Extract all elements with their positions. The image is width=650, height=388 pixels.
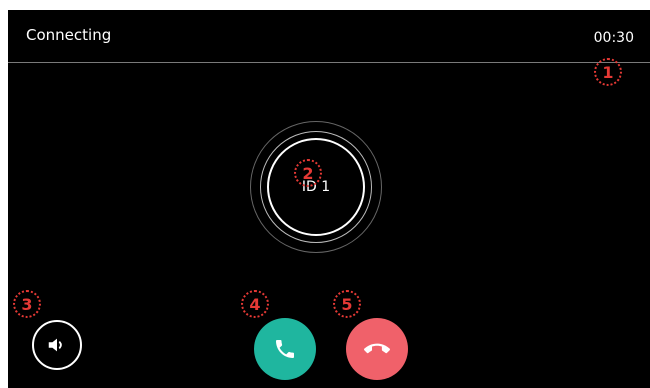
callout-5: 5: [333, 290, 361, 318]
hang-up-button[interactable]: [346, 318, 408, 380]
speaker-button[interactable]: [32, 320, 82, 370]
speaker-icon: [48, 338, 62, 352]
callout-1: 1: [594, 58, 622, 86]
call-status-text: Connecting: [26, 26, 112, 44]
callout-3: 3: [13, 290, 41, 318]
phone-hangup-icon: [364, 343, 390, 354]
header-divider: [8, 62, 650, 63]
call-timer: 00:30: [593, 30, 634, 46]
callout-2: 2: [294, 159, 322, 187]
device-id-label: ID 1: [301, 179, 331, 195]
call-screen: Connecting 00:30 ID 1 1 2 3 4 5: [8, 10, 650, 388]
phone-icon: [276, 340, 294, 358]
answer-call-button[interactable]: [254, 318, 316, 380]
callout-4: 4: [241, 290, 269, 318]
